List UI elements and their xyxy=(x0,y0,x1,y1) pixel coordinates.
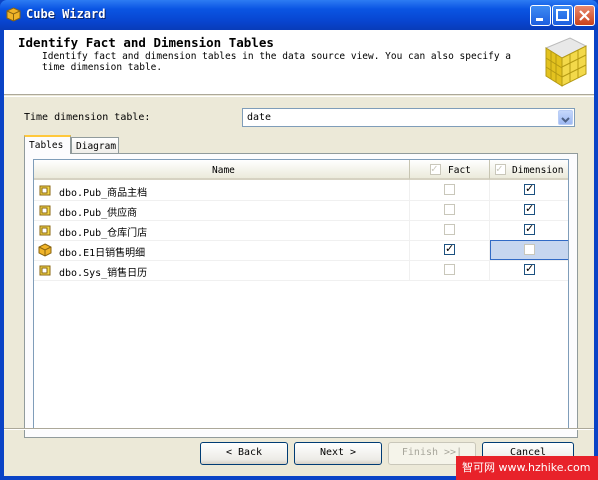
maximize-icon xyxy=(556,9,569,21)
table-row[interactable]: dbo.Pub_仓库门店 ✓ xyxy=(34,220,568,241)
name-cell: dbo.Pub_仓库门店 xyxy=(34,220,410,240)
column-header-name[interactable]: Name xyxy=(34,160,410,180)
page-title: Identify Fact and Dimension Tables xyxy=(18,35,274,50)
table-name: dbo.Pub_仓库门店 xyxy=(59,228,148,239)
window-title: Cube Wizard xyxy=(26,7,106,21)
dimension-checkbox[interactable]: ✓ xyxy=(524,222,535,235)
name-cell: dbo.Sys_销售日历 xyxy=(34,260,410,280)
table-name: dbo.Pub_商品主档 xyxy=(59,188,148,199)
cube-app-icon xyxy=(6,7,21,22)
close-icon xyxy=(579,10,590,21)
back-button[interactable]: < Back xyxy=(200,442,288,465)
fact-cell xyxy=(410,180,490,200)
minimize-icon xyxy=(536,18,543,21)
dimension-cell: ✓ xyxy=(490,260,568,280)
time-dimension-label: Time dimension table: xyxy=(24,112,151,123)
close-button[interactable] xyxy=(574,5,595,26)
fact-checkbox[interactable] xyxy=(444,224,455,235)
table-row[interactable]: dbo.E1日销售明细 ✓ xyxy=(34,240,568,261)
name-column-label: Name xyxy=(212,165,235,176)
table-name: dbo.E1日销售明细 xyxy=(59,248,146,259)
dimension-cell: ✓ xyxy=(490,220,568,240)
fact-cell xyxy=(410,260,490,280)
table-row[interactable]: dbo.Pub_供应商 ✓ xyxy=(34,200,568,221)
column-header-fact[interactable]: ✓ Fact xyxy=(410,160,490,180)
title-bar[interactable]: Cube Wizard xyxy=(0,0,598,30)
page-description: Identify fact and dimension tables in th… xyxy=(42,51,511,73)
fact-column-label: Fact xyxy=(448,165,471,176)
name-cell: dbo.Pub_商品主档 xyxy=(34,180,410,200)
watermark: 智可网 www.hzhike.com xyxy=(456,456,598,480)
dimension-table-icon xyxy=(39,265,51,276)
dimension-header-checkbox[interactable]: ✓ xyxy=(495,162,506,175)
fact-checkbox[interactable]: ✓ xyxy=(444,242,455,255)
cube-graphic-icon xyxy=(544,37,588,87)
name-cell: dbo.Pub_供应商 xyxy=(34,200,410,220)
tables-grid: Name ✓ Fact ✓ Dimension dbo.Pub_商品主档 ✓ d… xyxy=(33,159,569,430)
fact-cell: ✓ xyxy=(410,240,490,260)
fact-checkbox[interactable] xyxy=(444,184,455,195)
dimension-cell: ✓ xyxy=(490,180,568,200)
dimension-checkbox[interactable] xyxy=(524,244,535,255)
chevron-down-icon xyxy=(561,117,570,123)
dimension-cell: ✓ xyxy=(490,200,568,220)
table-row[interactable]: dbo.Sys_销售日历 ✓ xyxy=(34,260,568,281)
fact-cell xyxy=(410,220,490,240)
fact-header-checkbox[interactable]: ✓ xyxy=(430,162,441,175)
fact-checkbox[interactable] xyxy=(444,264,455,275)
minimize-button[interactable] xyxy=(530,5,551,26)
tables-tab-panel: Name ✓ Fact ✓ Dimension dbo.Pub_商品主档 ✓ d… xyxy=(24,153,578,438)
fact-cell xyxy=(410,200,490,220)
tab-tables[interactable]: Tables xyxy=(24,135,71,154)
wizard-body: Identify Fact and Dimension Tables Ident… xyxy=(4,30,594,476)
dimension-checkbox[interactable]: ✓ xyxy=(524,202,535,215)
dimension-column-label: Dimension xyxy=(512,165,564,176)
table-row[interactable]: dbo.Pub_商品主档 ✓ xyxy=(34,180,568,201)
dimension-checkbox[interactable]: ✓ xyxy=(524,262,535,275)
time-dimension-combo[interactable]: date xyxy=(242,108,575,127)
dimension-cell-selected xyxy=(490,240,568,260)
maximize-button[interactable] xyxy=(552,5,573,26)
wizard-header: Identify Fact and Dimension Tables Ident… xyxy=(4,30,594,95)
header-separator xyxy=(4,96,594,97)
next-button[interactable]: Next > xyxy=(294,442,382,465)
cube-wizard-window: Cube Wizard Identify Fact and Dimension … xyxy=(0,0,598,480)
dimension-table-icon xyxy=(39,205,51,216)
fact-checkbox[interactable] xyxy=(444,204,455,215)
dimension-table-icon xyxy=(39,225,51,236)
dimension-table-icon xyxy=(39,185,51,196)
button-bar-highlight xyxy=(4,429,594,430)
dropdown-arrow-button[interactable] xyxy=(558,110,573,125)
time-dimension-value: date xyxy=(247,112,272,123)
dimension-checkbox[interactable]: ✓ xyxy=(524,182,535,195)
column-header-dimension[interactable]: ✓ Dimension xyxy=(490,160,568,180)
table-name: dbo.Pub_供应商 xyxy=(59,208,138,219)
table-name: dbo.Sys_销售日历 xyxy=(59,268,148,279)
fact-cube-icon xyxy=(38,243,52,257)
name-cell: dbo.E1日销售明细 xyxy=(34,240,410,260)
